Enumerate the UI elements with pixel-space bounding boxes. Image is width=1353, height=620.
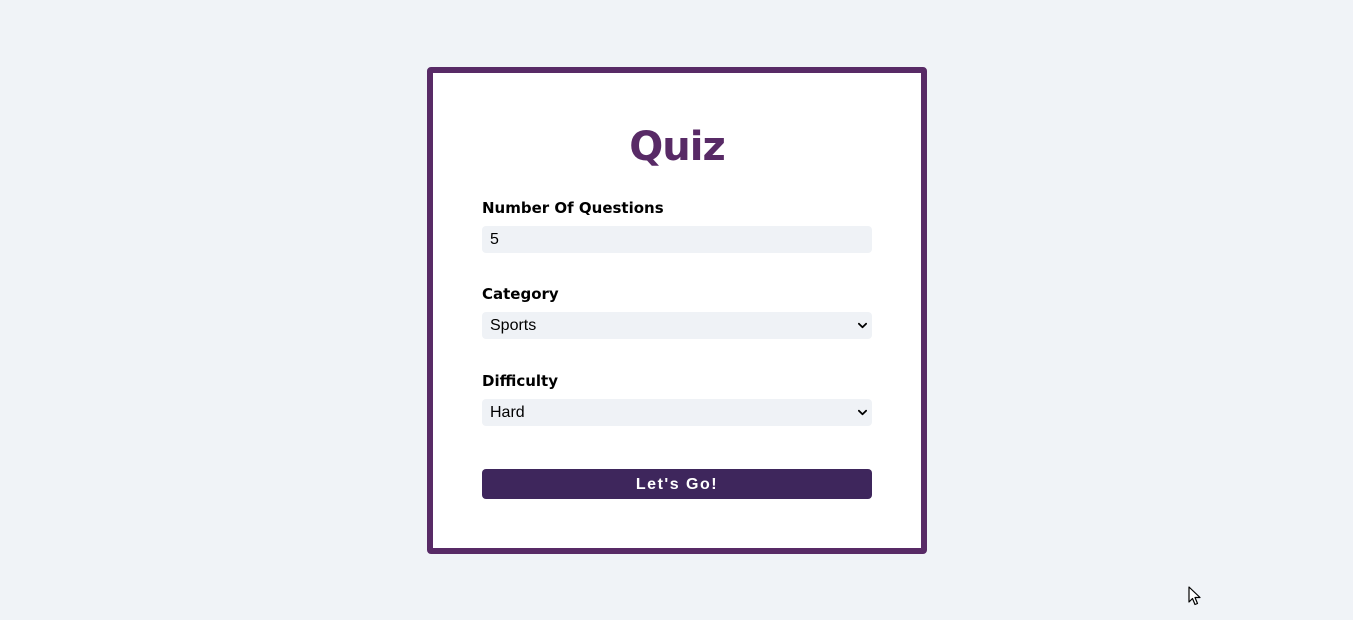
difficulty-select[interactable]: Hard (482, 399, 872, 426)
difficulty-field: Difficulty Hard (482, 371, 872, 426)
category-field: Category Sports (482, 284, 872, 339)
lets-go-button[interactable]: Let's Go! (482, 469, 872, 499)
difficulty-selected-value: Hard (490, 404, 525, 421)
chevron-down-icon (858, 322, 867, 329)
questions-value: 5 (490, 231, 499, 248)
quiz-setup-card: Quiz Number Of Questions 5 Category Spor… (427, 67, 927, 554)
mouse-cursor-icon (1188, 586, 1201, 606)
questions-field: Number Of Questions 5 (482, 198, 872, 253)
category-label: Category (482, 285, 559, 303)
page-title: Quiz (629, 124, 725, 170)
questions-label: Number Of Questions (482, 199, 664, 217)
difficulty-label: Difficulty (482, 372, 558, 390)
questions-input[interactable]: 5 (482, 226, 872, 253)
chevron-down-icon (858, 409, 867, 416)
category-select[interactable]: Sports (482, 312, 872, 339)
category-selected-value: Sports (490, 317, 537, 334)
